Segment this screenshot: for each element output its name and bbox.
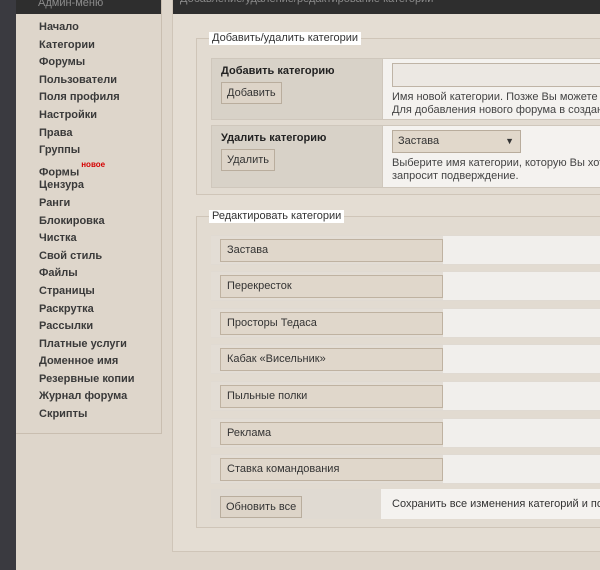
chevron-down-icon: ▼	[505, 136, 514, 146]
category-name-input[interactable]: Просторы Тедаса	[220, 312, 443, 335]
sidebar-item-pages[interactable]: Страницы	[16, 283, 161, 301]
sidebar-item-forms[interactable]: Формыновое	[16, 159, 161, 179]
edit-legend: Редактировать категории	[209, 210, 345, 223]
sidebar-item-ranks[interactable]: Ранги	[16, 195, 161, 213]
category-name-input[interactable]: Реклама	[220, 422, 443, 445]
delete-category-row: Удалить категорию Удалить Застава ▼ Выбе…	[211, 125, 600, 188]
sidebar-item-profile-fields[interactable]: Поля профиля	[16, 89, 161, 107]
page-title: Добавление/удаление/редактирование катег…	[173, 0, 600, 14]
delete-category-button[interactable]: Удалить	[221, 149, 275, 171]
add-category-title: Добавить категорию	[221, 65, 335, 77]
edit-category-row: Ставка командования	[211, 454, 600, 484]
new-badge: новое	[81, 159, 106, 169]
sidebar-item-categories[interactable]: Категории	[16, 37, 161, 55]
category-name-input[interactable]: Кабак «Висельник»	[220, 348, 443, 371]
update-all-row: Обновить все Сохранить все изменения кат…	[211, 489, 600, 519]
edit-category-row: Перекресток	[211, 271, 600, 301]
delete-category-hint-2: запросит подверждение.	[392, 170, 519, 182]
sidebar-item-settings[interactable]: Настройки	[16, 107, 161, 125]
edit-category-row: Реклама	[211, 418, 600, 448]
edit-category-row: Просторы Тедаса	[211, 308, 600, 338]
sidebar-item-prune[interactable]: Чистка	[16, 230, 161, 248]
delete-category-hint-1: Выберите имя категории, которую Вы хот	[392, 157, 600, 169]
category-select-value: Застава	[398, 135, 440, 147]
category-name-input[interactable]: Застава	[220, 239, 443, 262]
sidebar-item-promotion[interactable]: Раскрутка	[16, 301, 161, 319]
sidebar-item-scripts[interactable]: Скрипты	[16, 406, 161, 424]
admin-sidebar: Админ-меню Начало Категории Форумы Польз…	[16, 0, 162, 434]
sidebar-item-files[interactable]: Файлы	[16, 265, 161, 283]
delete-category-value-cell: Застава ▼ Выберите имя категории, котору…	[383, 126, 600, 187]
update-all-hint: Сохранить все изменения категорий и поз	[392, 498, 600, 510]
add-category-hint-2: Для добавления нового форума в созданн	[392, 104, 600, 116]
add-delete-legend: Добавить/удалить категории	[209, 32, 361, 45]
edit-category-row: Застава	[211, 235, 600, 265]
sidebar-item-forum-log[interactable]: Журнал форума	[16, 388, 161, 406]
category-name-input[interactable]: Пыльные полки	[220, 385, 443, 408]
sidebar-item-groups[interactable]: Группы	[16, 142, 161, 160]
edit-category-row: Пыльные полки	[211, 381, 600, 411]
sidebar-item-domain[interactable]: Доменное имя	[16, 353, 161, 371]
sidebar-title: Админ-меню	[16, 0, 161, 14]
sidebar-item-custom-style[interactable]: Свой стиль	[16, 248, 161, 266]
add-category-button[interactable]: Добавить	[221, 82, 282, 104]
sidebar-item-censorship[interactable]: Цензура	[16, 177, 161, 195]
edit-category-row: Кабак «Висельник»	[211, 344, 600, 374]
add-category-hint-1: Имя новой категории. Позже Вы можете и	[392, 91, 600, 103]
sidebar-item-bans[interactable]: Блокировка	[16, 213, 161, 231]
category-name-input[interactable]: Перекресток	[220, 275, 443, 298]
category-select[interactable]: Застава ▼	[392, 130, 521, 153]
sidebar-menu: Начало Категории Форумы Пользователи Пол…	[16, 14, 161, 424]
update-all-button[interactable]: Обновить все	[220, 496, 303, 518]
add-category-row: Добавить категорию Добавить Имя новой ка…	[211, 58, 600, 120]
sidebar-item-users[interactable]: Пользователи	[16, 72, 161, 90]
sidebar-item-mailings[interactable]: Рассылки	[16, 318, 161, 336]
main-panel: Добавление/удаление/редактирование катег…	[172, 0, 600, 552]
add-category-value-cell: Имя новой категории. Позже Вы можете и Д…	[383, 59, 600, 119]
add-category-label-cell: Добавить категорию Добавить	[212, 59, 382, 119]
new-category-name-input[interactable]	[392, 63, 600, 87]
sidebar-item-backups[interactable]: Резервные копии	[16, 371, 161, 389]
sidebar-item-forums[interactable]: Форумы	[16, 54, 161, 72]
sidebar-item-permissions[interactable]: Права	[16, 125, 161, 143]
delete-category-label-cell: Удалить категорию Удалить	[212, 126, 382, 187]
sidebar-item-paid-services[interactable]: Платные услуги	[16, 336, 161, 354]
delete-category-title: Удалить категорию	[221, 132, 327, 144]
category-name-input[interactable]: Ставка командования	[220, 458, 443, 481]
sidebar-item-home[interactable]: Начало	[16, 19, 161, 37]
